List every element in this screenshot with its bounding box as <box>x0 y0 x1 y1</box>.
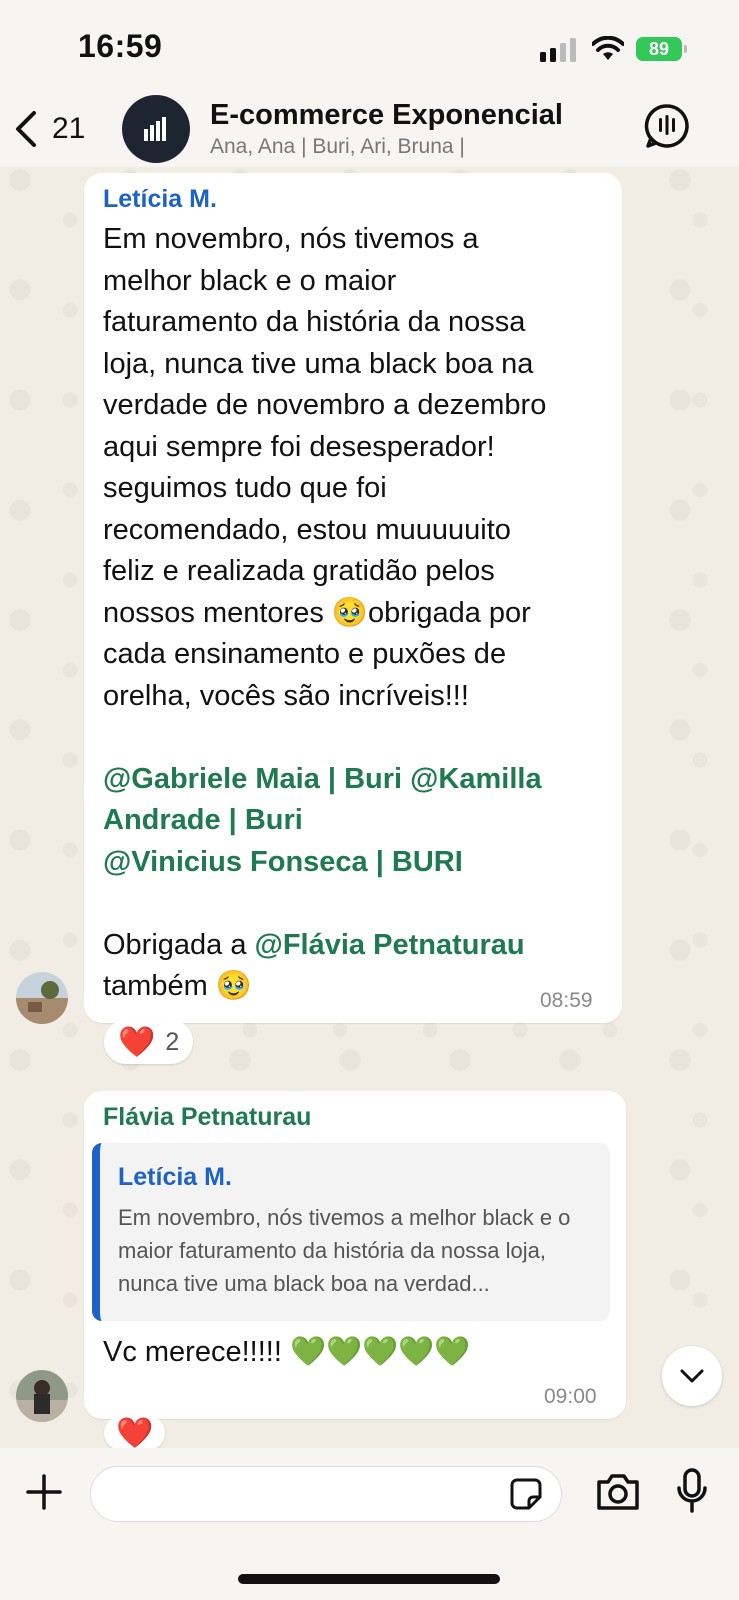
scroll-to-bottom-button[interactable] <box>662 1346 722 1406</box>
quoted-text: Em novembro, nós tivemos a melhor black … <box>118 1205 571 1296</box>
message-sender[interactable]: Letícia M. <box>103 185 217 214</box>
message-bubble[interactable]: Letícia M. Em novembro, nós tivemos a me… <box>84 173 622 1023</box>
reaction-chip[interactable]: ❤️ 2 <box>104 1020 194 1064</box>
message-line: seguimos tudo que foi <box>103 472 387 504</box>
message-line: cada ensinamento e puxões de <box>103 638 507 670</box>
message-line: melhor black e o maior <box>103 264 397 297</box>
heart-icon: ❤️ <box>116 1416 154 1450</box>
mention-link[interactable]: Andrade | Buri <box>103 804 303 836</box>
avatar[interactable] <box>16 972 68 1024</box>
message-line: verdade de novembro a dezembro <box>103 389 547 421</box>
mention-link[interactable]: @Gabriele Maia | Buri <box>103 763 402 795</box>
back-button[interactable]: 21 <box>14 107 104 151</box>
mention-link[interactable]: @Vinicius Fonseca | BURI <box>103 846 463 878</box>
message-line: orelha, vocês são incríveis!!! <box>103 679 469 712</box>
message-bubble[interactable]: Flávia Petnaturau Letícia M. Em novembro… <box>84 1091 626 1419</box>
back-chevron-icon <box>16 111 36 147</box>
status-bar: 16:59 89 <box>0 0 739 95</box>
reaction-chip[interactable]: ❤️ <box>104 1416 166 1450</box>
quoted-message[interactable]: Letícia M. Em novembro, nós tivemos a me… <box>92 1143 610 1321</box>
message-text: Vc merece!!!!! 💚💚💚💚💚 <box>103 1336 471 1368</box>
plus-icon[interactable] <box>24 1472 64 1512</box>
group-avatar[interactable] <box>122 95 190 163</box>
message-timestamp: 09:00 <box>544 1385 597 1408</box>
message-text: Em novembro, nós tivemos a melhor black … <box>103 219 613 1008</box>
microphone-icon[interactable] <box>676 1468 708 1514</box>
message-line: recomendado, estou muuuuuito <box>103 513 511 546</box>
mention-link[interactable]: @Kamilla <box>410 763 541 795</box>
mention-link[interactable]: @Flávia Petnaturau <box>255 929 525 961</box>
composer-bar <box>0 1448 739 1600</box>
group-title[interactable]: E-commerce Exponencial <box>210 99 563 132</box>
chevron-down-icon <box>680 1369 704 1383</box>
message-line: Em novembro, nós tivemos a <box>103 223 479 255</box>
voice-call-icon[interactable] <box>644 103 690 149</box>
wifi-icon <box>592 36 624 60</box>
group-avatar-icon <box>144 117 166 141</box>
camera-icon[interactable] <box>595 1472 641 1512</box>
message-line: faturamento da história da nossa <box>103 306 526 338</box>
avatar[interactable] <box>16 1370 68 1422</box>
message-fragment: Obrigada a <box>103 928 255 961</box>
message-input[interactable] <box>90 1466 562 1522</box>
home-indicator <box>238 1574 500 1584</box>
message-line: aqui sempre foi desesperador! <box>103 430 495 463</box>
reaction-count: 2 <box>165 1027 180 1056</box>
sticker-icon[interactable] <box>509 1477 543 1511</box>
avatar-photo <box>16 972 68 1024</box>
heart-icon: ❤️ <box>118 1025 156 1059</box>
battery-indicator: 89 <box>636 37 687 61</box>
message-line: feliz e realizada gratidão pelos <box>103 555 495 587</box>
quoted-sender: Letícia M. <box>118 1163 232 1191</box>
message-sender[interactable]: Flávia Petnaturau <box>103 1103 311 1132</box>
group-members[interactable]: Ana, Ana | Buri, Ari, Bruna | <box>210 135 465 159</box>
message-line: loja, nunca tive uma black boa na <box>103 347 534 380</box>
message-line: nossos mentores 🥹obrigada por <box>103 596 531 629</box>
avatar-photo <box>16 1370 68 1422</box>
message-fragment: também 🥹 <box>103 970 252 1002</box>
chat-header: 21 E-commerce Exponencial Ana, Ana | Bur… <box>0 95 739 167</box>
message-timestamp: 08:59 <box>540 989 593 1012</box>
status-time: 16:59 <box>78 28 163 64</box>
cellular-signal-icon <box>540 38 576 62</box>
unread-count: 21 <box>52 112 86 145</box>
